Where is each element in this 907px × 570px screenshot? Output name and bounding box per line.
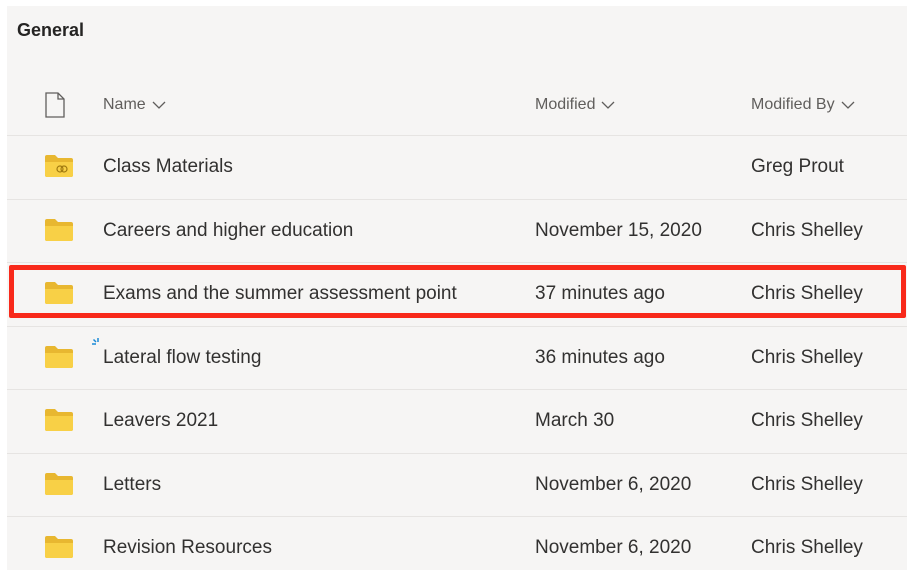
library-title: General [17, 20, 85, 40]
chevron-down-icon [602, 101, 615, 109]
row-modified: November 6, 2020 [535, 537, 692, 558]
row-modified: November 15, 2020 [535, 219, 702, 241]
row-modified: November 6, 2020 [535, 473, 692, 495]
folder-icon [44, 281, 74, 305]
table-row[interactable]: Revision Resources November 6, 2020 Chri… [7, 517, 907, 570]
table-row[interactable]: Class Materials Greg Prout [7, 136, 907, 200]
chevron-down-icon [152, 101, 166, 109]
chevron-down-icon [841, 101, 855, 109]
row-name[interactable]: Revision Resources [103, 537, 272, 559]
column-header-modified-by-label: Modified By [751, 96, 835, 113]
row-modified-by: Chris Shelley [751, 410, 863, 431]
column-header-row: Name Modified Modified By [7, 74, 907, 136]
folder-icon [44, 345, 74, 369]
row-modified-by: Chris Shelley [751, 346, 863, 368]
column-header-name[interactable]: Name [103, 96, 166, 114]
folder-icon [44, 535, 74, 559]
row-modified-by: Chris Shelley [751, 473, 863, 495]
row-name[interactable]: Exams and the summer assessment point [103, 283, 457, 305]
row-modified-by: Chris Shelley [751, 219, 863, 241]
column-header-modified[interactable]: Modified [535, 96, 615, 114]
folder-icon [44, 218, 74, 242]
folder-icon [44, 472, 74, 496]
file-list: Name Modified Modified By Class Material… [7, 74, 907, 570]
row-modified-by: Chris Shelley [751, 537, 863, 558]
table-row[interactable]: Letters November 6, 2020 Chris Shelley [7, 454, 907, 517]
row-name[interactable]: Lateral flow testing [103, 347, 261, 369]
table-row[interactable]: Leavers 2021 March 30 Chris Shelley [7, 390, 907, 454]
row-modified: 36 minutes ago [535, 346, 665, 368]
row-name[interactable]: Class Materials [103, 156, 233, 178]
table-row[interactable]: Exams and the summer assessment point 37… [7, 263, 907, 327]
column-header-modified-label: Modified [535, 96, 596, 113]
column-header-modified-by[interactable]: Modified By [751, 96, 855, 114]
row-modified-by: Chris Shelley [751, 283, 863, 304]
row-modified: March 30 [535, 410, 615, 431]
document-icon[interactable] [44, 92, 66, 118]
column-header-name-label: Name [103, 96, 146, 113]
folder-icon [44, 408, 74, 432]
shared-folder-icon [44, 154, 74, 178]
table-row[interactable]: Lateral flow testing 36 minutes ago Chri… [7, 327, 907, 390]
row-modified: 37 minutes ago [535, 283, 665, 304]
row-name[interactable]: Careers and higher education [103, 220, 353, 242]
row-name[interactable]: Leavers 2021 [103, 410, 218, 432]
document-library-panel: General Name Modified Modified By Class … [7, 6, 907, 570]
row-modified-by: Greg Prout [751, 156, 844, 177]
row-name[interactable]: Letters [103, 474, 161, 496]
table-row[interactable]: Careers and higher education November 15… [7, 200, 907, 263]
